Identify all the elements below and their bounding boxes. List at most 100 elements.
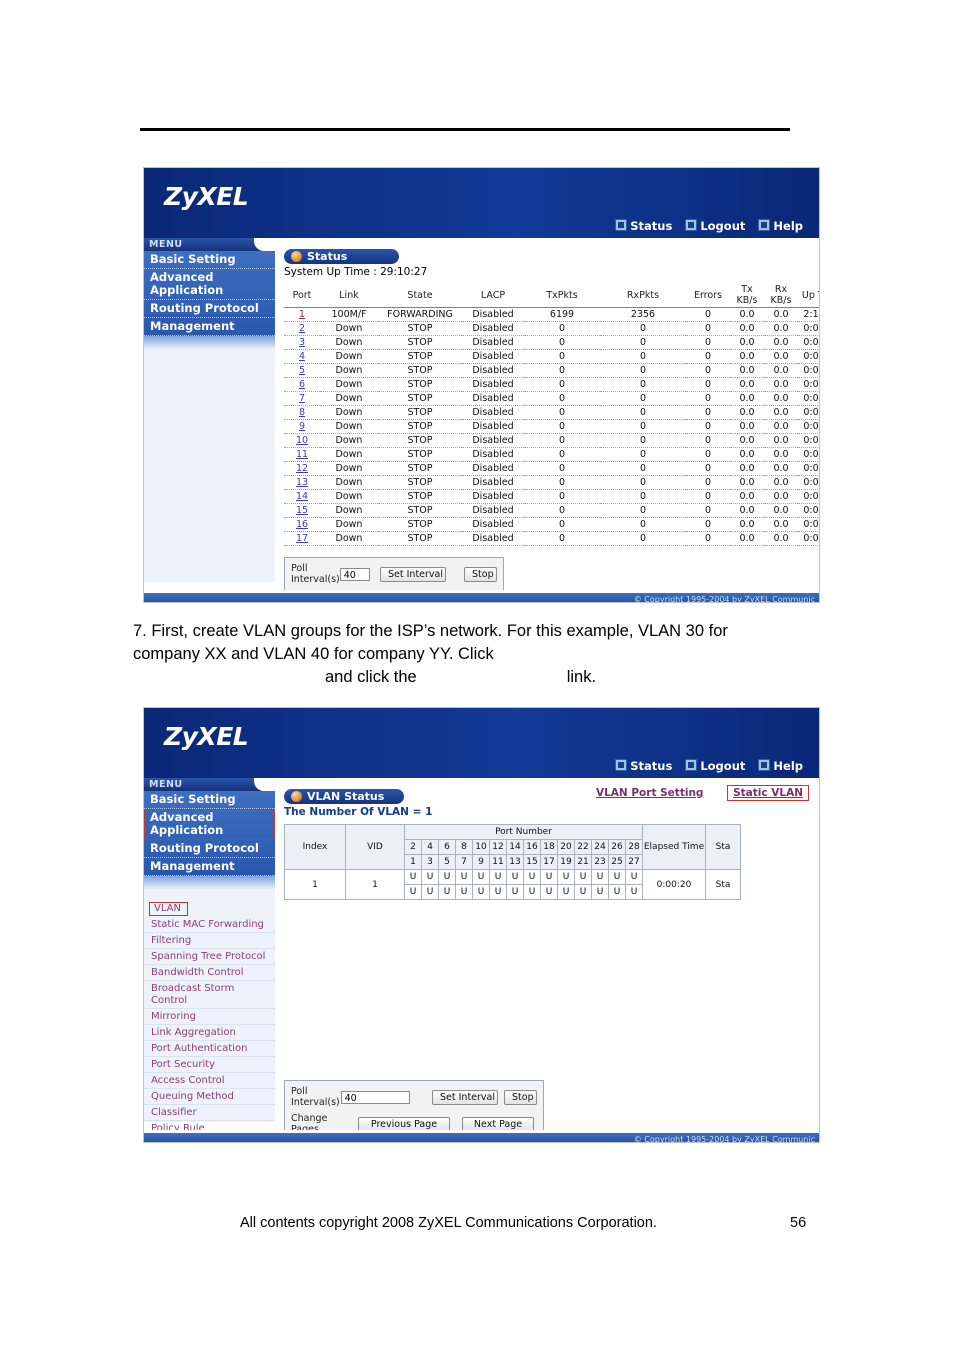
top-nav-status[interactable]: Status (615, 219, 672, 233)
port-link[interactable]: 6 (284, 377, 320, 392)
table-row[interactable]: 1 1 U U U U U U U U U U U U U U 0:00:20 Sta (284, 869, 741, 900)
sidebar-item-advanced-application[interactable]: Advanced Application (144, 809, 275, 840)
table-cell: Down (320, 475, 378, 490)
table-row[interactable]: 17DownSTOPDisabled0000.00.00:00 (284, 531, 819, 546)
table-row[interactable]: 7DownSTOPDisabled0000.00.00:00 (284, 391, 819, 406)
table-cell: Disabled (462, 363, 524, 378)
table-row[interactable]: 3DownSTOPDisabled0000.00.00:00 (284, 335, 819, 350)
poll-interval-input[interactable]: 40 (339, 567, 370, 581)
table-cell: Disabled (462, 349, 524, 364)
port-statistics-table: Port Link State LACP TxPkts RxPkts Errors Tx KB… (284, 283, 819, 546)
port-link[interactable]: 4 (284, 349, 320, 364)
sidebar-item-static-mac-forwarding[interactable]: Static MAC Forwarding (144, 917, 275, 933)
sidebar-item-basic-setting[interactable]: Basic Setting (144, 251, 275, 269)
table-row[interactable]: 5DownSTOPDisabled0000.00.00:00 (284, 363, 819, 378)
top-nav-logout[interactable]: Logout (685, 219, 745, 233)
table-row[interactable]: 9DownSTOPDisabled0000.00.00:00 (284, 419, 819, 434)
sidebar-item-broadcast-storm-control[interactable]: Broadcast Storm Control (144, 981, 275, 1009)
port-link[interactable]: 7 (284, 391, 320, 406)
stop-button[interactable]: Stop (464, 566, 497, 582)
port-link[interactable]: 9 (284, 419, 320, 434)
port-link[interactable]: 12 (284, 461, 320, 476)
table-cell: STOP (378, 447, 462, 462)
table-row[interactable]: 2DownSTOPDisabled0000.00.00:00 (284, 321, 819, 336)
set-interval-button[interactable]: Set Interval (380, 566, 446, 582)
table-row[interactable]: 6DownSTOPDisabled0000.00.00:00 (284, 377, 819, 392)
top-nav-logout[interactable]: Logout (685, 759, 745, 773)
sidebar-item-filtering[interactable]: Filtering (144, 933, 275, 949)
set-interval-button[interactable]: Set Interval (432, 1089, 498, 1105)
table-row[interactable]: 14DownSTOPDisabled0000.00.00:00 (284, 489, 819, 504)
table-row[interactable]: 12DownSTOPDisabled0000.00.00:00 (284, 461, 819, 476)
port-link[interactable]: 10 (284, 433, 320, 448)
poll-interval-input[interactable]: 40 (340, 1090, 410, 1104)
vlan-port-setting-link[interactable]: VLAN Port Setting (596, 787, 703, 799)
port-link[interactable]: 1 (284, 307, 320, 322)
table-row[interactable]: 11DownSTOPDisabled0000.00.00:00 (284, 447, 819, 462)
sidebar-item-mirroring[interactable]: Mirroring (144, 1009, 275, 1025)
sidebar-item-spanning-tree-protocol[interactable]: Spanning Tree Protocol (144, 949, 275, 965)
vlan-port-value-24: U (591, 869, 609, 885)
table-cell: Down (320, 377, 378, 392)
sidebar-item-classifier[interactable]: Classifier (144, 1105, 275, 1121)
port-link[interactable]: 13 (284, 475, 320, 490)
top-nav-help-label: Help (773, 759, 803, 773)
menu-footer-shade (144, 876, 275, 889)
table-cell: 0 (600, 447, 686, 462)
table-cell: Disabled (462, 335, 524, 350)
table-row[interactable]: 13DownSTOPDisabled0000.00.00:00 (284, 475, 819, 490)
table-cell: 0 (686, 489, 730, 504)
table-row[interactable]: 8DownSTOPDisabled0000.00.00:00 (284, 405, 819, 420)
port-link[interactable]: 14 (284, 489, 320, 504)
port-link[interactable]: 16 (284, 517, 320, 532)
table-cell: Down (320, 433, 378, 448)
table-row[interactable]: 1 100M/F FORWARDING Disabled 6199 2356 0 0.0 0.0… (284, 307, 819, 322)
port-link[interactable]: 3 (284, 335, 320, 350)
sidebar-item-label: Spanning Tree Protocol (151, 950, 266, 962)
top-nav-help[interactable]: Help (758, 759, 803, 773)
table-cell: 0.0 (764, 307, 798, 322)
sidebar-item-port-authentication[interactable]: Port Authentication (144, 1041, 275, 1057)
table-cell: Disabled (462, 321, 524, 336)
static-vlan-link[interactable]: Static VLAN (727, 785, 809, 801)
sidebar-item-link-aggregation[interactable]: Link Aggregation (144, 1025, 275, 1041)
instruction-line-2: company XX and VLAN 40 for company YY. C… (133, 645, 494, 663)
table-cell: Disabled (462, 419, 524, 434)
sidebar-item-vlan[interactable]: VLAN (149, 902, 188, 916)
sidebar-item-queuing-method[interactable]: Queuing Method (144, 1089, 275, 1105)
sidebar-item-management[interactable]: Management (144, 858, 275, 876)
stop-button[interactable]: Stop (504, 1089, 537, 1105)
table-cell: 0 (524, 349, 600, 364)
top-nav-logout-label: Logout (700, 759, 746, 773)
top-nav-status[interactable]: Status (615, 759, 672, 773)
top-nav: Status Logout Help (606, 759, 803, 773)
port-link[interactable]: 11 (284, 447, 320, 462)
table-row[interactable]: 15DownSTOPDisabled0000.00.00:00 (284, 503, 819, 518)
sidebar-item-bandwidth-control[interactable]: Bandwidth Control (144, 965, 275, 981)
sidebar-item-advanced-application[interactable]: Advanced Application (144, 269, 275, 300)
sidebar-item-port-security[interactable]: Port Security (144, 1057, 275, 1073)
top-nav-help[interactable]: Help (758, 219, 803, 233)
sidebar-item-routing-protocol[interactable]: Routing Protocol (144, 840, 275, 858)
instruction-line-1: 7. First, create VLAN groups for the ISP… (133, 622, 728, 640)
vlan-port-value-1: U (404, 884, 422, 900)
sidebar-item-basic-setting[interactable]: Basic Setting (144, 791, 275, 809)
table-row[interactable]: 16DownSTOPDisabled0000.00.00:00 (284, 517, 819, 532)
table-row[interactable]: 4DownSTOPDisabled0000.00.00:00 (284, 349, 819, 364)
port-header-28: 28 (625, 839, 643, 855)
table-cell: 0 (524, 461, 600, 476)
table-cell: 0.0 (764, 433, 798, 448)
port-link[interactable]: 15 (284, 503, 320, 518)
table-cell: STOP (378, 405, 462, 420)
sidebar-item-access-control[interactable]: Access Control (144, 1073, 275, 1089)
port-link[interactable]: 17 (284, 531, 320, 546)
sidebar-item-management[interactable]: Management (144, 318, 275, 336)
port-link[interactable]: 5 (284, 363, 320, 378)
table-cell: STOP (378, 475, 462, 490)
port-link[interactable]: 2 (284, 321, 320, 336)
app-footer-copyright: © Copyright 1995-2004 by ZyXEL Communic (633, 1135, 815, 1143)
menu-header: MENU (144, 778, 276, 791)
table-row[interactable]: 10DownSTOPDisabled0000.00.00:00 (284, 433, 819, 448)
port-link[interactable]: 8 (284, 405, 320, 420)
sidebar-item-routing-protocol[interactable]: Routing Protocol (144, 300, 275, 318)
